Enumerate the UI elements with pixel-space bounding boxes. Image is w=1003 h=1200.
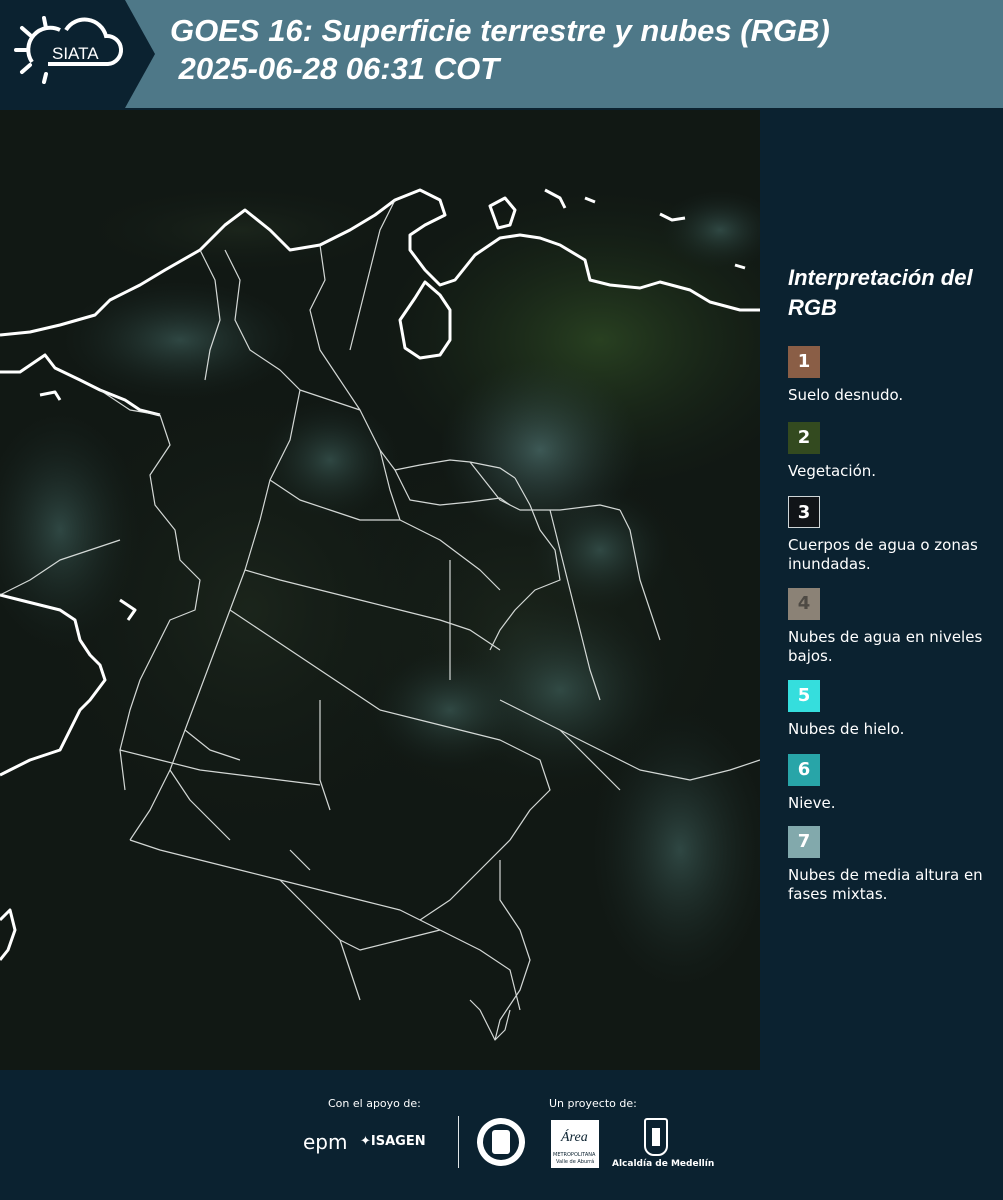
legend-panel: Interpretación del RGB 1 Suelo desnudo. …: [760, 108, 1003, 1070]
legend-swatch-5: 5: [788, 680, 820, 712]
area-metropolitana-logo: Área METROPOLITANA Valle de Aburrá: [551, 1120, 599, 1168]
legend-label-6: Nieve.: [788, 794, 836, 812]
medellin-seal: [477, 1118, 525, 1166]
epm-logo: epm: [303, 1130, 347, 1154]
project-label: Un proyecto de:: [549, 1097, 637, 1110]
footer: Con el apoyo de: Un proyecto de: epm ✦IS…: [0, 1070, 1003, 1200]
header-bar: SIATA GOES 16: Superficie terrestre y nu…: [0, 0, 1003, 108]
epm-logo-text: epm: [303, 1130, 348, 1154]
area-logo-text: Área: [561, 1130, 588, 1145]
legend-swatch-1: 1: [788, 346, 820, 378]
legend-item-2: 2 Vegetación.: [788, 422, 998, 481]
area-logo-sub: METROPOLITANA: [553, 1152, 596, 1158]
legend-swatch-2: 2: [788, 422, 820, 454]
area-logo-sub2: Valle de Aburrá: [556, 1159, 595, 1165]
logo-text: SIATA: [52, 44, 99, 63]
alcaldia-label: Alcaldía de Medellín: [612, 1159, 715, 1169]
legend-swatch-4: 4: [788, 588, 820, 620]
legend-label-5: Nubes de hielo.: [788, 720, 905, 738]
satellite-map: [0, 110, 760, 1070]
legend-label-3: Cuerpos de agua o zonas inundadas.: [788, 536, 978, 573]
legend-swatch-3: 3: [788, 496, 820, 528]
alcaldia-shield-icon: [644, 1118, 668, 1156]
legend-item-6: 6 Nieve.: [788, 754, 998, 813]
title-line-2: 2025-06-28 06:31 COT: [170, 51, 500, 86]
footer-divider: [458, 1116, 459, 1168]
legend-item-4: 4 Nubes de agua en niveles bajos.: [788, 588, 998, 666]
title-line-1: GOES 16: Superficie terrestre y nubes (R…: [170, 13, 830, 48]
legend-item-7: 7 Nubes de media altura en fases mixtas.: [788, 826, 998, 904]
legend-item-3: 3 Cuerpos de agua o zonas inundadas.: [788, 496, 998, 574]
legend-item-1: 1 Suelo desnudo.: [788, 346, 998, 405]
page-title: GOES 16: Superficie terrestre y nubes (R…: [170, 12, 830, 88]
legend-title: Interpretación del RGB: [788, 265, 973, 320]
legend-label-7: Nubes de media altura en fases mixtas.: [788, 866, 983, 903]
map-graphic: [0, 110, 760, 1070]
isagen-logo-text: ISAGEN: [370, 1134, 426, 1149]
siata-logo: SIATA: [0, 0, 155, 108]
legend-swatch-7: 7: [788, 826, 820, 858]
legend-label-1: Suelo desnudo.: [788, 386, 904, 404]
legend-label-2: Vegetación.: [788, 462, 877, 480]
legend-swatch-6: 6: [788, 754, 820, 786]
isagen-logo: ✦ISAGEN: [360, 1134, 426, 1149]
support-label: Con el apoyo de:: [328, 1097, 421, 1110]
legend-label-4: Nubes de agua en niveles bajos.: [788, 628, 983, 665]
legend-item-5: 5 Nubes de hielo.: [788, 680, 998, 739]
